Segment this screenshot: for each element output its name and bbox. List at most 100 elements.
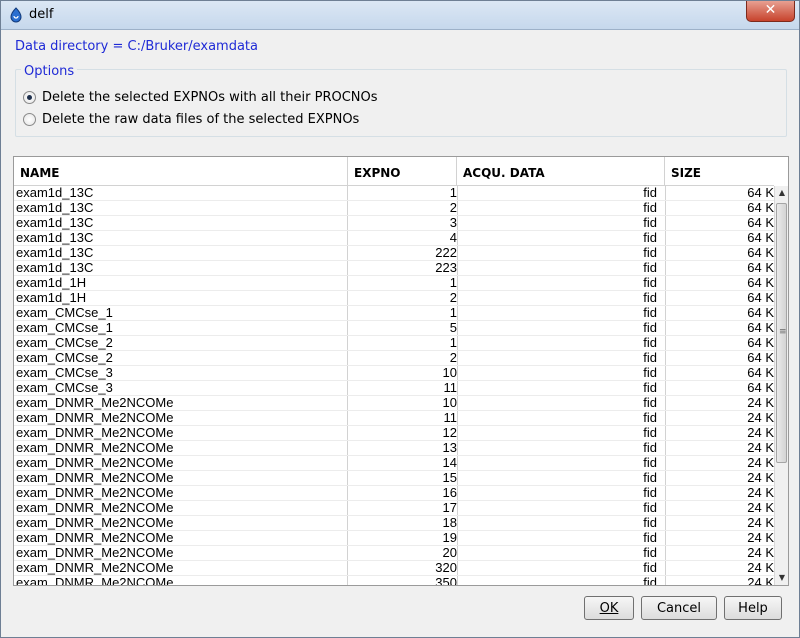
cell-name: exam_DNMR_Me2NCOMe	[16, 531, 174, 545]
cell-expno: 2	[449, 351, 457, 365]
table-row[interactable]: exam1d_1H 2 fid 64 K	[14, 291, 774, 306]
table-row[interactable]: exam1d_13C 3 fid 64 K	[14, 216, 774, 231]
cell-acqu-data: fid	[643, 471, 657, 485]
cell-size: 24 K	[747, 561, 774, 575]
dataset-table[interactable]: NAME EXPNO ACQU. DATA SIZE exam1d_13C 1 fi…	[13, 156, 789, 586]
table-row[interactable]: exam1d_13C 2 fid 64 K	[14, 201, 774, 216]
table-row[interactable]: exam_DNMR_Me2NCOMe 320 fid 24 K	[14, 561, 774, 576]
cell-expno: 18	[442, 516, 457, 530]
cell-name: exam_DNMR_Me2NCOMe	[16, 456, 174, 470]
cell-name: exam_DNMR_Me2NCOMe	[16, 471, 174, 485]
cell-acqu-data: fid	[643, 531, 657, 545]
cell-acqu-data: fid	[643, 381, 657, 395]
radio-delete-expnos[interactable]: Delete the selected EXPNOs with all thei…	[23, 90, 378, 105]
radio-button-selected[interactable]	[23, 91, 36, 104]
table-row[interactable]: exam_DNMR_Me2NCOMe 10 fid 24 K	[14, 396, 774, 411]
column-header-name[interactable]: NAME	[14, 157, 348, 185]
table-body: exam1d_13C 1 fid 64 Kexam1d_13C 2 fid 64 Kexam…	[14, 186, 774, 585]
table-header: NAME EXPNO ACQU. DATA SIZE	[14, 157, 774, 186]
table-row[interactable]: exam_CMCse_1 5 fid 64 K	[14, 321, 774, 336]
cell-expno: 13	[442, 441, 457, 455]
column-header-size[interactable]: SIZE	[665, 157, 774, 185]
table-row[interactable]: exam_DNMR_Me2NCOMe 11 fid 24 K	[14, 411, 774, 426]
radio-label: Delete the selected EXPNOs with all thei…	[42, 90, 378, 105]
cell-acqu-data: fid	[643, 216, 657, 230]
cell-acqu-data: fid	[643, 201, 657, 215]
cell-acqu-data: fid	[643, 261, 657, 275]
cell-expno: 16	[442, 486, 457, 500]
cell-name: exam1d_13C	[16, 201, 94, 215]
cell-name: exam_DNMR_Me2NCOMe	[16, 516, 174, 530]
ok-button[interactable]: OK	[584, 596, 634, 620]
cell-expno: 2	[449, 291, 457, 305]
table-row[interactable]: exam_CMCse_2 2 fid 64 K	[14, 351, 774, 366]
cell-expno: 14	[442, 456, 457, 470]
table-row[interactable]: exam_DNMR_Me2NCOMe 16 fid 24 K	[14, 486, 774, 501]
help-label: Help	[738, 601, 768, 616]
cell-expno: 11	[443, 381, 458, 395]
cell-name: exam_CMCse_3	[16, 366, 113, 380]
cell-size: 64 K	[747, 231, 774, 245]
cell-acqu-data: fid	[643, 441, 657, 455]
cell-acqu-data: fid	[643, 516, 657, 530]
cell-acqu-data: fid	[643, 561, 657, 575]
column-header-acqu-data[interactable]: ACQU. DATA	[457, 157, 665, 185]
table-row[interactable]: exam1d_13C 4 fid 64 K	[14, 231, 774, 246]
scroll-down-arrow-icon[interactable]: ▼	[775, 571, 788, 585]
scroll-thumb[interactable]: ≡	[776, 203, 787, 463]
cell-size: 64 K	[747, 291, 774, 305]
cell-size: 64 K	[747, 366, 774, 380]
cell-size: 64 K	[747, 336, 774, 350]
cell-expno: 17	[442, 501, 457, 515]
cancel-button[interactable]: Cancel	[641, 596, 717, 620]
cell-size: 24 K	[747, 456, 774, 470]
cell-expno: 10	[442, 366, 457, 380]
table-row[interactable]: exam1d_13C 1 fid 64 K	[14, 186, 774, 201]
close-icon: ✕	[764, 2, 777, 18]
cell-size: 64 K	[747, 186, 774, 200]
vertical-scrollbar[interactable]: ▲ ≡ ▼	[774, 186, 788, 585]
table-row[interactable]: exam_DNMR_Me2NCOMe 19 fid 24 K	[14, 531, 774, 546]
radio-button[interactable]	[23, 113, 36, 126]
table-row[interactable]: exam_DNMR_Me2NCOMe 13 fid 24 K	[14, 441, 774, 456]
table-row[interactable]: exam_CMCse_1 1 fid 64 K	[14, 306, 774, 321]
table-row[interactable]: exam_DNMR_Me2NCOMe 350 fid 24 K	[14, 576, 774, 585]
cell-expno: 1	[449, 306, 457, 320]
cell-name: exam1d_13C	[16, 216, 94, 230]
cell-name: exam_CMCse_1	[16, 321, 113, 335]
cell-expno: 1	[449, 336, 457, 350]
table-row[interactable]: exam_CMCse_3 10 fid 64 K	[14, 366, 774, 381]
table-row[interactable]: exam_DNMR_Me2NCOMe 12 fid 24 K	[14, 426, 774, 441]
cell-expno: 222	[435, 246, 457, 260]
table-row[interactable]: exam1d_1H 1 fid 64 K	[14, 276, 774, 291]
cell-acqu-data: fid	[643, 336, 657, 350]
table-row[interactable]: exam1d_13C 223 fid 64 K	[14, 261, 774, 276]
table-row[interactable]: exam_DNMR_Me2NCOMe 17 fid 24 K	[14, 501, 774, 516]
radio-delete-raw-files[interactable]: Delete the raw data files of the selecte…	[23, 112, 359, 127]
column-header-expno[interactable]: EXPNO	[348, 157, 457, 185]
cell-expno: 5	[449, 321, 457, 335]
cell-name: exam1d_13C	[16, 231, 94, 245]
table-row[interactable]: exam_CMCse_2 1 fid 64 K	[14, 336, 774, 351]
table-row[interactable]: exam_DNMR_Me2NCOMe 15 fid 24 K	[14, 471, 774, 486]
topspin-app-icon	[10, 7, 22, 23]
close-button[interactable]: ✕	[746, 1, 795, 22]
cell-expno: 1	[449, 186, 457, 200]
cell-name: exam_CMCse_1	[16, 306, 113, 320]
cell-name: exam_DNMR_Me2NCOMe	[16, 411, 174, 425]
table-row[interactable]: exam_CMCse_3 11 fid 64 K	[14, 381, 774, 396]
grip-icon: ≡	[779, 327, 787, 337]
cell-size: 24 K	[747, 411, 774, 425]
cell-acqu-data: fid	[643, 186, 657, 200]
cell-expno: 1	[449, 276, 457, 290]
cell-name: exam_DNMR_Me2NCOMe	[16, 426, 174, 440]
table-row[interactable]: exam_DNMR_Me2NCOMe 18 fid 24 K	[14, 516, 774, 531]
scroll-up-arrow-icon[interactable]: ▲	[775, 186, 788, 200]
table-row[interactable]: exam1d_13C 222 fid 64 K	[14, 246, 774, 261]
help-button[interactable]: Help	[724, 596, 782, 620]
table-row[interactable]: exam_DNMR_Me2NCOMe 14 fid 24 K	[14, 456, 774, 471]
table-row[interactable]: exam_DNMR_Me2NCOMe 20 fid 24 K	[14, 546, 774, 561]
title-bar[interactable]: delf ✕	[1, 1, 799, 30]
cell-acqu-data: fid	[643, 306, 657, 320]
cell-acqu-data: fid	[643, 291, 657, 305]
